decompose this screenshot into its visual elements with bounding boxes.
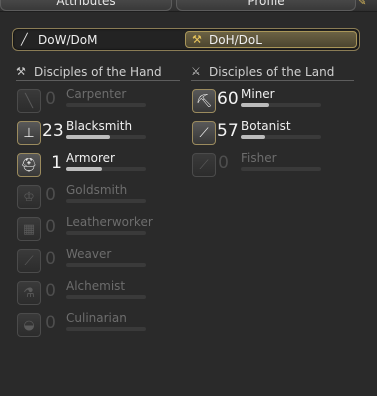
exp-bar-fill [66, 167, 102, 171]
job-row-armorer[interactable]: ⛑ 1 Armorer [16, 150, 180, 182]
sword-icon: ╱ [21, 33, 28, 46]
land-tools-icon: ⚔ [191, 65, 201, 78]
job-name: Goldsmith [66, 183, 128, 197]
doh-dol-button[interactable]: ⚒ DoH/DoL [185, 31, 357, 48]
job-name: Miner [241, 87, 275, 101]
exp-bar [241, 135, 321, 139]
exp-bar [66, 231, 146, 235]
disciples-of-the-hand-section: ⚒ Disciples of the Hand ╲ 0 Carpenter ⊥ 23 Bl… [16, 65, 180, 342]
class-category-toggle: ╱ DoW/DoM ⚒ DoH/DoL [12, 28, 360, 51]
section-header: ⚒ Disciples of the Hand [16, 65, 180, 81]
saw-icon: ╲ [17, 89, 41, 113]
dow-dom-button[interactable]: ╱ DoW/DoM [15, 31, 185, 48]
anvil-icon: ⊥ [17, 121, 41, 145]
hand-tools-icon: ⚒ [16, 65, 26, 78]
job-row-carpenter[interactable]: ╲ 0 Carpenter [16, 86, 180, 118]
exp-bar [66, 103, 146, 107]
land-job-list: ⛏ 60 Miner ⟋ 57 Botanist ⟋ 0 Fisher [191, 86, 354, 182]
job-name: Leatherworker [66, 215, 153, 229]
fishing-rod-icon: ⟋ [192, 153, 216, 177]
job-row-alchemist[interactable]: ⚗ 0 Alchemist [16, 278, 180, 310]
section-title: Disciples of the Hand [34, 64, 162, 79]
job-level: 23 [42, 121, 64, 141]
exp-bar [66, 295, 146, 299]
tab-bar: Attributes Profile ✎ [0, 0, 377, 12]
job-row-blacksmith[interactable]: ⊥ 23 Blacksmith [16, 118, 180, 150]
job-row-weaver[interactable]: ⟋ 0 Weaver [16, 246, 180, 278]
job-name: Armorer [66, 151, 115, 165]
job-level: 0 [45, 281, 56, 301]
exp-bar [241, 103, 321, 107]
tiara-icon: ♔ [17, 185, 41, 209]
job-name: Carpenter [66, 87, 127, 101]
leather-icon: ▦ [17, 217, 41, 241]
job-level: 0 [45, 313, 56, 333]
exp-bar [66, 263, 146, 267]
helmet-icon: ⛑ [17, 153, 41, 177]
tab-profile[interactable]: Profile [176, 0, 356, 11]
job-level: 1 [51, 153, 62, 173]
hand-job-list: ╲ 0 Carpenter ⊥ 23 Blacksmith ⛑ 1 Armorer ♔ 0 Golds… [16, 86, 180, 342]
job-row-leatherworker[interactable]: ▦ 0 Leatherworker [16, 214, 180, 246]
exp-bar-fill [66, 135, 110, 139]
disciples-of-the-land-section: ⚔ Disciples of the Land ⛏ 60 Miner ⟋ 57 Botan… [191, 65, 354, 182]
exp-bar [241, 167, 321, 171]
job-level: 60 [217, 89, 239, 109]
job-row-culinarian[interactable]: ◒ 0 Culinarian [16, 310, 180, 342]
job-name: Weaver [66, 247, 112, 261]
job-name: Alchemist [66, 279, 126, 293]
exp-bar [66, 167, 146, 171]
exp-bar-fill [241, 135, 265, 139]
job-name: Fisher [241, 151, 277, 165]
exp-bar [66, 135, 146, 139]
job-row-miner[interactable]: ⛏ 60 Miner [191, 86, 354, 118]
job-name: Blacksmith [66, 119, 133, 133]
doh-dol-label: DoH/DoL [209, 32, 262, 47]
hatchet-icon: ⟋ [192, 121, 216, 145]
job-level: 0 [45, 249, 56, 269]
tab-attributes[interactable]: Attributes [0, 0, 172, 11]
pen-icon: ✎ [358, 0, 367, 8]
exp-bar-fill [241, 103, 269, 107]
pot-icon: ◒ [17, 313, 41, 337]
job-row-fisher[interactable]: ⟋ 0 Fisher [191, 150, 354, 182]
section-title: Disciples of the Land [209, 64, 335, 79]
job-level: 0 [45, 89, 56, 109]
pickaxe-icon: ⛏ [192, 89, 216, 113]
flask-icon: ⚗ [17, 281, 41, 305]
hammer-icon: ⚒ [192, 33, 202, 46]
exp-bar [66, 327, 146, 331]
job-level: 0 [45, 185, 56, 205]
section-header: ⚔ Disciples of the Land [191, 65, 354, 81]
needle-icon: ⟋ [17, 249, 41, 273]
dow-dom-label: DoW/DoM [38, 32, 98, 47]
job-level: 0 [45, 217, 56, 237]
job-level: 0 [218, 153, 229, 173]
job-name: Culinarian [66, 311, 127, 325]
job-name: Botanist [241, 119, 291, 133]
job-row-goldsmith[interactable]: ♔ 0 Goldsmith [16, 182, 180, 214]
job-level: 57 [217, 121, 239, 141]
exp-bar [66, 199, 146, 203]
job-row-botanist[interactable]: ⟋ 57 Botanist [191, 118, 354, 150]
